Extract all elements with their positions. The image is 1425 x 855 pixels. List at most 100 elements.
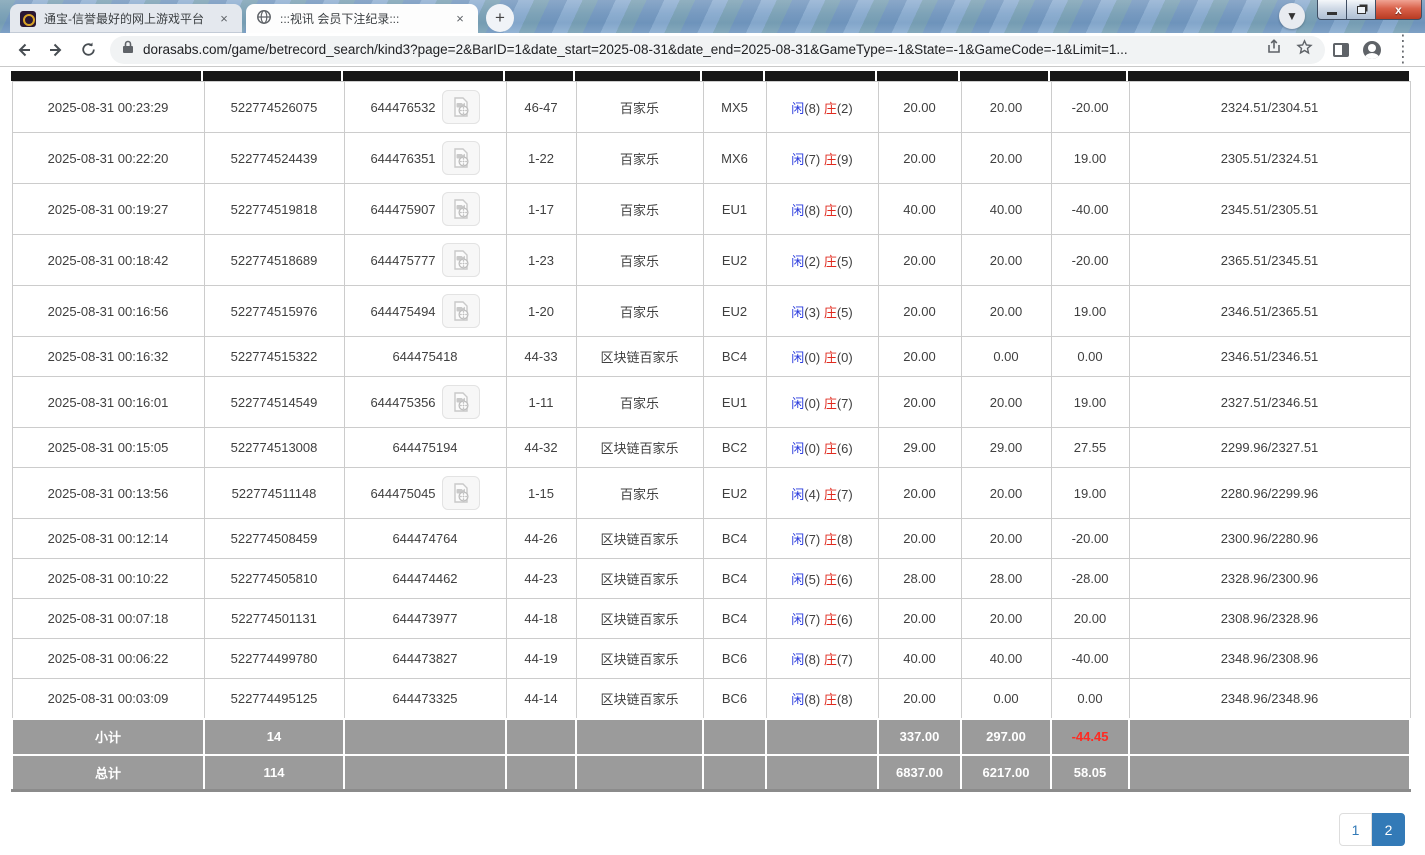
- cell-bet-amount-link[interactable]: 20.00: [878, 337, 961, 377]
- cell-game-name: 区块链百家乐: [576, 519, 703, 559]
- cell-win-loss: 0.00: [1051, 337, 1129, 377]
- cell-balance: 2365.51/2345.51: [1129, 235, 1410, 286]
- close-button[interactable]: x: [1376, 0, 1422, 20]
- cell-table-number: 44-33: [506, 337, 576, 377]
- page-button-1[interactable]: 1: [1339, 813, 1372, 846]
- cell-bet-amount-link[interactable]: 20.00: [878, 235, 961, 286]
- share-icon[interactable]: [1266, 39, 1282, 60]
- new-tab-button[interactable]: +: [486, 4, 514, 32]
- video-replay-icon[interactable]: [442, 90, 480, 124]
- tab-bet-records[interactable]: :::视讯 会员下注纪录::: ×: [246, 4, 478, 33]
- banker-result-label: 庄: [824, 254, 837, 269]
- table-row: 2025-08-31 00:13:56 522774511148 6444750…: [12, 468, 1410, 519]
- cell-balance: 2328.96/2300.96: [1129, 559, 1410, 599]
- url-text[interactable]: dorasabs.com/game/betrecord_search/kind3…: [143, 42, 1256, 57]
- cell-bet-amount-link[interactable]: 20.00: [878, 377, 961, 428]
- video-replay-icon[interactable]: [442, 192, 480, 226]
- cell-valid-bet: 0.00: [961, 337, 1051, 377]
- profile-avatar-icon[interactable]: [1363, 41, 1381, 59]
- cell-game-name: 百家乐: [576, 133, 703, 184]
- tab-close-icon[interactable]: ×: [216, 11, 232, 26]
- bookmark-star-icon[interactable]: [1296, 39, 1313, 61]
- video-replay-icon[interactable]: [442, 243, 480, 277]
- cell-win-loss: 19.00: [1051, 377, 1129, 428]
- table-row: 2025-08-31 00:19:27 522774519818 6444759…: [12, 184, 1410, 235]
- cell-round: 644473827: [344, 639, 506, 679]
- cell-result: 闲(2) 庄(5): [766, 235, 878, 286]
- cell-bet-id: 522774524439: [204, 133, 344, 184]
- address-bar[interactable]: dorasabs.com/game/betrecord_search/kind3…: [110, 36, 1325, 64]
- cell-bet-amount-link[interactable]: 20.00: [878, 286, 961, 337]
- video-replay-icon[interactable]: [442, 141, 480, 175]
- forward-icon[interactable]: [43, 37, 69, 63]
- window-controls: x: [1317, 0, 1422, 20]
- player-result-label: 闲: [791, 396, 804, 411]
- cell-bet-time: 2025-08-31 00:16:56: [12, 286, 204, 337]
- reload-icon[interactable]: [75, 37, 101, 63]
- player-result-value: (0): [804, 441, 820, 456]
- site-favicon: [20, 11, 36, 27]
- banker-result-label: 庄: [824, 692, 837, 707]
- maximize-button[interactable]: [1347, 0, 1376, 20]
- cell-bet-time: 2025-08-31 00:15:05: [12, 428, 204, 468]
- tab-search-chevron-icon[interactable]: ▼: [1279, 3, 1305, 29]
- cell-bet-time: 2025-08-31 00:22:20: [12, 133, 204, 184]
- player-result-value: (8): [804, 652, 820, 667]
- table-row: 2025-08-31 00:12:14 522774508459 6444747…: [12, 519, 1410, 559]
- tab-home[interactable]: 通宝-信誉最好的网上游戏平台 ×: [10, 4, 242, 33]
- player-result-value: (5): [804, 572, 820, 587]
- banker-result-label: 庄: [824, 572, 837, 587]
- cell-bet-amount-link[interactable]: 40.00: [878, 184, 961, 235]
- cell-bet-amount-link[interactable]: 20.00: [878, 468, 961, 519]
- cell-bet-amount-link[interactable]: 29.00: [878, 428, 961, 468]
- cell-bet-amount-link[interactable]: 20.00: [878, 519, 961, 559]
- player-result-label: 闲: [791, 652, 804, 667]
- minimize-button[interactable]: [1317, 0, 1347, 20]
- table-row: 2025-08-31 00:07:18 522774501131 6444739…: [12, 599, 1410, 639]
- menu-kebab-icon[interactable]: ⋮⋮: [1395, 34, 1411, 66]
- video-replay-icon[interactable]: [442, 385, 480, 419]
- table-row: 2025-08-31 00:06:22 522774499780 6444738…: [12, 639, 1410, 679]
- page-button-2[interactable]: 2: [1372, 813, 1405, 846]
- player-result-value: (0): [804, 396, 820, 411]
- cell-round: 644475777: [344, 235, 506, 286]
- cell-result: 闲(5) 庄(6): [766, 559, 878, 599]
- cell-bet-amount-link[interactable]: 28.00: [878, 559, 961, 599]
- cell-bet-amount-link[interactable]: 20.00: [878, 599, 961, 639]
- cell-bet-time: 2025-08-31 00:06:22: [12, 639, 204, 679]
- total-count: 114: [204, 755, 344, 791]
- cell-round: 644474764: [344, 519, 506, 559]
- cell-bet-amount-link[interactable]: 20.00: [878, 133, 961, 184]
- cell-game-name: 百家乐: [576, 184, 703, 235]
- cell-round: 644476532: [344, 82, 506, 133]
- player-result-label: 闲: [791, 441, 804, 456]
- cell-win-loss: 19.00: [1051, 286, 1129, 337]
- cell-bet-id: 522774495125: [204, 679, 344, 719]
- banker-result-value: (5): [837, 254, 853, 269]
- cell-bet-amount-link[interactable]: 40.00: [878, 639, 961, 679]
- cell-valid-bet: 20.00: [961, 133, 1051, 184]
- cell-table-code: EU2: [703, 286, 766, 337]
- cell-bet-id: 522774501131: [204, 599, 344, 639]
- video-replay-icon[interactable]: [442, 476, 480, 510]
- round-number: 644473827: [392, 651, 457, 666]
- cell-bet-id: 522774508459: [204, 519, 344, 559]
- cell-bet-amount-link[interactable]: 20.00: [878, 82, 961, 133]
- player-result-label: 闲: [791, 350, 804, 365]
- cell-bet-amount-link[interactable]: 20.00: [878, 679, 961, 719]
- cell-game-name: 百家乐: [576, 235, 703, 286]
- cell-round: 644475494: [344, 286, 506, 337]
- cell-balance: 2348.96/2308.96: [1129, 639, 1410, 679]
- banker-result-value: (8): [837, 692, 853, 707]
- player-result-label: 闲: [791, 532, 804, 547]
- cell-balance: 2348.96/2348.96: [1129, 679, 1410, 719]
- video-replay-icon[interactable]: [442, 294, 480, 328]
- tab-close-icon[interactable]: ×: [452, 11, 468, 26]
- side-panel-icon[interactable]: [1333, 43, 1349, 57]
- round-number: 644475194: [392, 440, 457, 455]
- cell-table-code: BC4: [703, 559, 766, 599]
- back-icon[interactable]: [11, 37, 37, 63]
- table-row: 2025-08-31 00:22:20 522774524439 6444763…: [12, 133, 1410, 184]
- cell-bet-id: 522774505810: [204, 559, 344, 599]
- cell-bet-time: 2025-08-31 00:03:09: [12, 679, 204, 719]
